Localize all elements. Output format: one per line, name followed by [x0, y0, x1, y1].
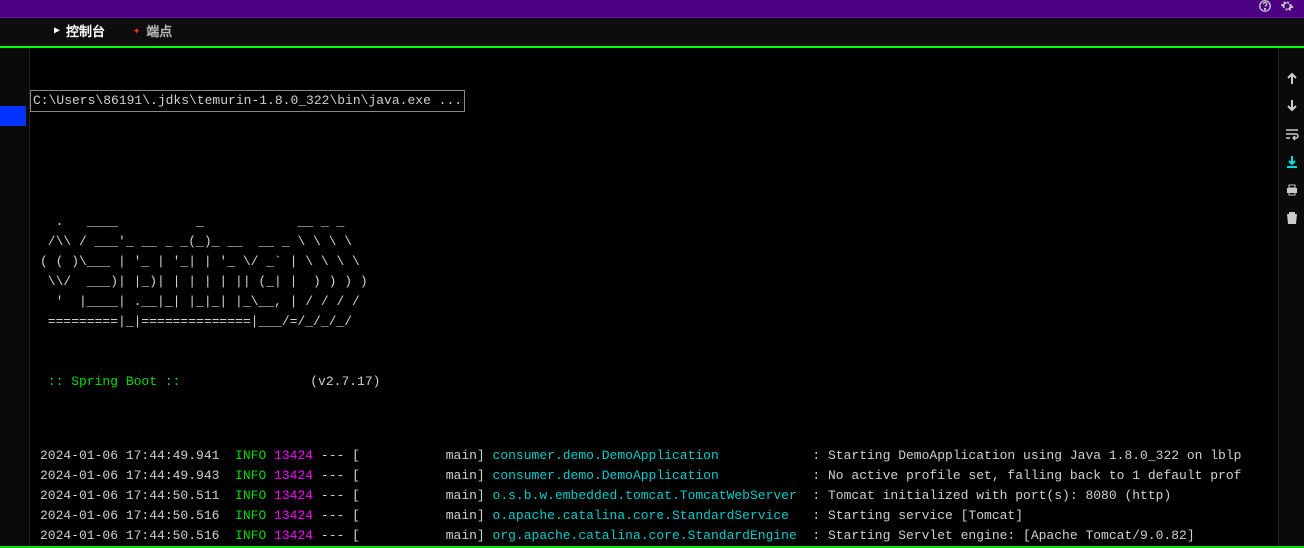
tab-bar: ▶ 控制台 ✦ 端点 [0, 18, 1304, 48]
print-icon[interactable] [1282, 180, 1302, 200]
gear-icon[interactable] [1280, 0, 1294, 18]
left-gutter [0, 48, 30, 546]
right-toolbar [1278, 48, 1304, 546]
tab-endpoints-label: 端点 [146, 21, 172, 40]
log-line: 2024-01-06 17:44:50.516 INFO 13424 --- [… [40, 506, 1278, 526]
soft-wrap-icon[interactable] [1282, 124, 1302, 144]
arrow-up-icon[interactable] [1282, 68, 1302, 88]
play-icon: ▶ [54, 25, 60, 37]
arrow-down-icon[interactable] [1282, 96, 1302, 116]
gutter-marker[interactable] [0, 106, 26, 126]
log-line: 2024-01-06 17:44:49.943 INFO 13424 --- [… [40, 466, 1278, 486]
log-lines: 2024-01-06 17:44:49.941 INFO 13424 --- [… [30, 432, 1278, 546]
trash-icon[interactable] [1282, 208, 1302, 228]
command-line: C:\Users\86191\.jdks\temurin-1.8.0_322\b… [30, 90, 465, 112]
tab-console-label: 控制台 [66, 21, 105, 40]
main-area: C:\Users\86191\.jdks\temurin-1.8.0_322\b… [0, 48, 1304, 546]
spring-boot-label: :: Spring Boot :: [40, 374, 188, 389]
spring-boot-version: (v2.7.17) [310, 374, 380, 389]
log-line: 2024-01-06 17:44:50.511 INFO 13424 --- [… [40, 486, 1278, 506]
log-line: 2024-01-06 17:44:50.516 INFO 13424 --- [… [40, 526, 1278, 546]
title-bar [0, 0, 1304, 18]
log-line: 2024-01-06 17:44:49.941 INFO 13424 --- [… [40, 446, 1278, 466]
help-icon[interactable] [1258, 0, 1272, 18]
endpoints-icon: ✦ [133, 23, 140, 38]
spring-banner-ascii: . ____ _ __ _ _ /\\ / ___'_ __ _ _(_)_ _… [30, 212, 1278, 332]
tab-endpoints[interactable]: ✦ 端点 [119, 15, 186, 46]
tab-console[interactable]: ▶ 控制台 [40, 15, 119, 46]
scroll-to-end-icon[interactable] [1282, 152, 1302, 172]
console-output[interactable]: C:\Users\86191\.jdks\temurin-1.8.0_322\b… [30, 48, 1278, 546]
spring-boot-line: :: Spring Boot :: (v2.7.17) [30, 372, 1278, 392]
